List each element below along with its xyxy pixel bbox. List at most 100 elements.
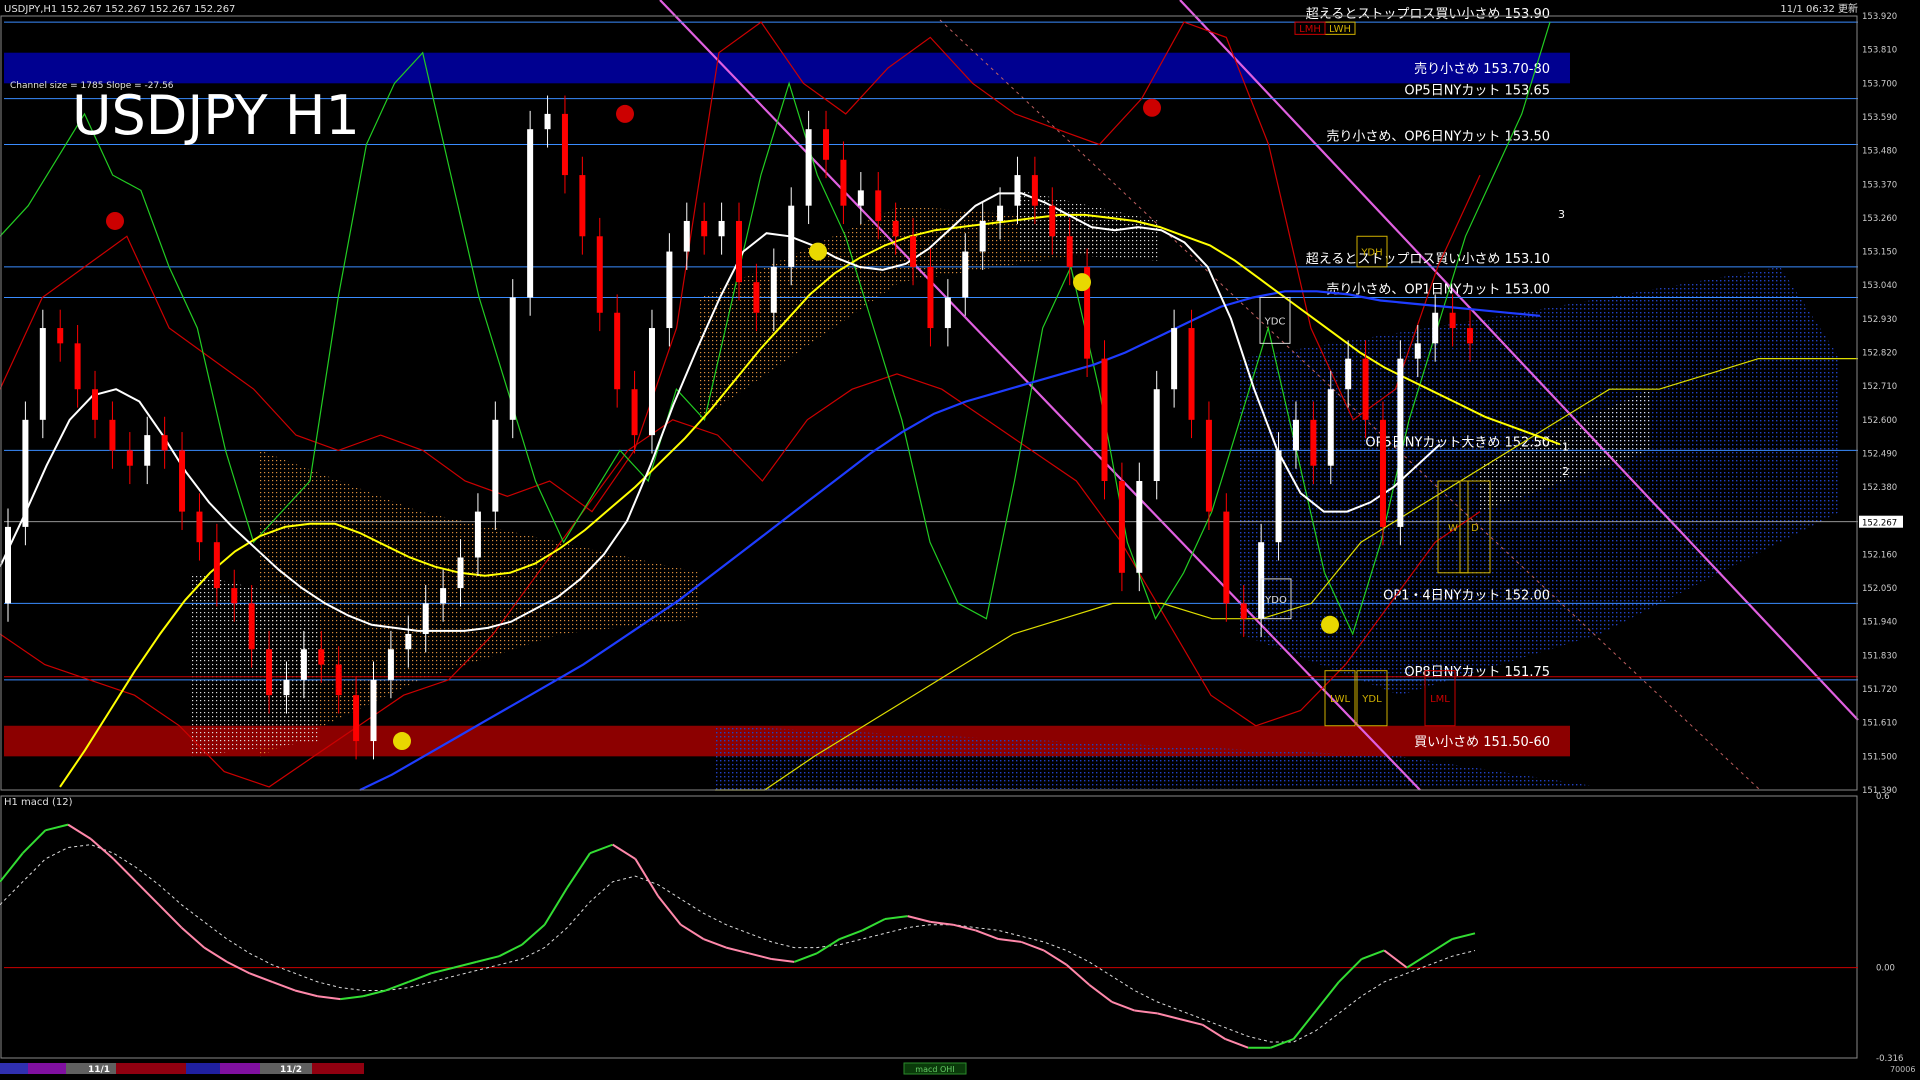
candle-body	[614, 312, 621, 390]
candle-body	[823, 129, 830, 160]
price-tick-label: 153.260	[1862, 214, 1897, 224]
fractal-up-icon	[1073, 273, 1091, 292]
candle-body	[1379, 419, 1386, 527]
marker-label: LWL	[1330, 694, 1351, 705]
candle-body	[1467, 328, 1473, 344]
marker-label: YDL	[1361, 694, 1382, 705]
candle-body	[109, 419, 116, 451]
candle-body	[1171, 328, 1178, 390]
wave-count-label: 3	[1558, 208, 1565, 221]
candle-body	[144, 435, 151, 466]
candle-body	[1153, 389, 1160, 482]
candle-body	[805, 129, 812, 206]
candle-body	[944, 297, 951, 329]
fractal-up-icon	[1321, 615, 1339, 634]
candle-body	[962, 251, 969, 298]
level-label: OP5日NYカット 153.65	[1404, 84, 1550, 99]
candle-body	[492, 419, 499, 512]
candle-body	[335, 664, 342, 696]
candle-body	[370, 679, 377, 742]
price-chart[interactable]: 超えるとストップロス買い小さめ 153.90 OP5日NYカット 153.65 売り…	[0, 0, 1920, 1080]
zone-label: 買い小さめ 151.50-60	[1414, 735, 1550, 750]
candle-body	[1188, 328, 1195, 420]
period-swatch[interactable]	[0, 1063, 28, 1074]
cloud-white-left	[190, 572, 320, 757]
candle-body	[631, 389, 638, 436]
wave-count-label: 2	[1562, 465, 1569, 478]
candle-body	[1118, 481, 1125, 573]
fractal-down-icon	[1143, 98, 1161, 117]
marker-label: LML	[1430, 694, 1450, 705]
candle-body	[1449, 312, 1456, 329]
fractal-down-icon	[106, 211, 124, 230]
period-swatch[interactable]	[220, 1063, 260, 1074]
period-swatch[interactable]	[116, 1063, 186, 1074]
corner-code: 70006	[1890, 1065, 1915, 1074]
candle-body	[57, 328, 64, 344]
macd-tick-label: 0.6	[1876, 792, 1890, 802]
candle-body	[753, 282, 760, 313]
date-label-2: 11/2	[280, 1065, 302, 1075]
marker-label: LWH	[1329, 24, 1351, 35]
candle-body	[1327, 389, 1334, 466]
candle-body	[1397, 358, 1404, 527]
fractal-down-icon	[616, 104, 634, 123]
current-price-label: 152.267	[1862, 519, 1897, 529]
fractal-up-icon	[809, 242, 827, 261]
candle-body	[1066, 236, 1073, 267]
price-tick-label: 151.500	[1862, 752, 1897, 762]
candle-body	[997, 205, 1004, 221]
price-tick-label: 153.810	[1862, 46, 1897, 56]
level-label: OP8日NYカット 151.75	[1404, 665, 1550, 680]
marker-label: D	[1471, 523, 1479, 534]
macd-title: H1 macd (12)	[4, 797, 73, 808]
candle-body	[1223, 511, 1230, 604]
candle-body	[126, 450, 133, 466]
period-swatch[interactable]	[28, 1063, 66, 1074]
candle-body	[875, 190, 882, 221]
candle-body	[318, 649, 325, 665]
candle-body	[387, 649, 394, 680]
candle-body	[1310, 419, 1317, 466]
candle-body	[1205, 419, 1212, 512]
level-label: 超えるとストップロス買い小さめ 153.10	[1306, 252, 1550, 267]
candle-body	[196, 511, 203, 543]
candle-body	[840, 159, 847, 206]
candle-body	[927, 266, 934, 329]
level-label: 売り小さめ、OP6日NYカット 153.50	[1326, 128, 1550, 144]
marker-label: YDO	[1264, 595, 1287, 606]
indicator-tab-label: macd OHI	[915, 1065, 954, 1074]
period-swatch[interactable]	[186, 1063, 220, 1074]
chart-title: USDJPY H1	[72, 84, 360, 147]
candle-body	[892, 220, 899, 237]
marker-label: LMH	[1299, 24, 1321, 35]
wave-count-label: 1	[1562, 440, 1569, 453]
macd-tick-label: 0.00	[1876, 964, 1895, 974]
candle-body	[1345, 358, 1352, 390]
candle-body	[92, 389, 99, 420]
candle-body	[353, 695, 360, 742]
symbol-info: USDJPY,H1 152.267 152.267 152.267 152.26…	[4, 4, 235, 15]
candle-body	[457, 557, 464, 589]
candle-body	[161, 435, 168, 451]
candle-body	[5, 526, 11, 604]
bottom-bar[interactable]: 11/1 11/2 macd OHI 70006	[0, 1062, 1920, 1080]
candle-body	[979, 220, 986, 252]
price-tick-label: 153.370	[1862, 180, 1897, 190]
candle-body	[701, 220, 708, 237]
price-tick-label: 153.700	[1862, 79, 1897, 89]
price-tick-label: 152.160	[1862, 550, 1897, 560]
price-tick-label: 152.050	[1862, 584, 1897, 594]
period-swatch[interactable]	[312, 1063, 364, 1074]
candle-body	[857, 190, 864, 206]
candle-body	[283, 679, 290, 696]
candle-body	[683, 220, 690, 252]
price-tick-label: 151.940	[1862, 618, 1897, 628]
candle-body	[1031, 175, 1038, 206]
candle-body	[179, 450, 186, 512]
fractal-up-icon	[393, 732, 411, 751]
candle-body	[440, 588, 447, 604]
price-zone	[4, 52, 1570, 84]
price-tick-label: 152.820	[1862, 349, 1897, 359]
candle-body	[266, 649, 273, 696]
